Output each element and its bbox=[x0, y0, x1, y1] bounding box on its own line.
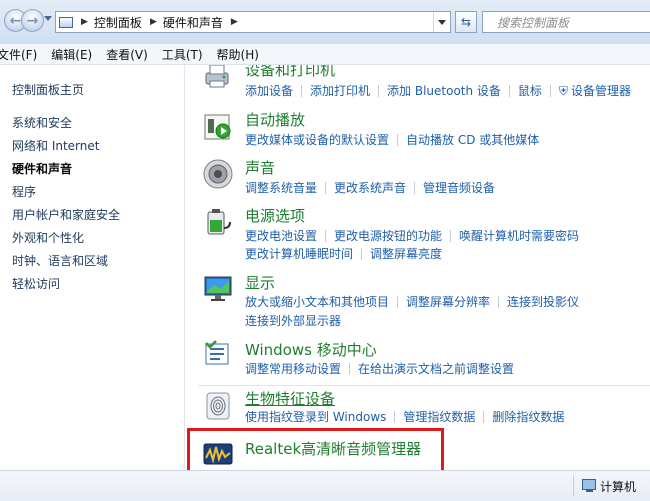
sidebar-item-user-accounts[interactable]: 用户帐户和家庭安全 bbox=[12, 206, 120, 223]
history-dropdown[interactable] bbox=[44, 16, 52, 21]
link-projector[interactable]: 连接到投影仪 bbox=[507, 295, 579, 309]
category-title[interactable]: 生物特征设备 bbox=[245, 388, 335, 409]
chevron-down-icon bbox=[438, 19, 446, 25]
link-manage-audio[interactable]: 管理音频设备 bbox=[423, 181, 495, 195]
link-change-defaults[interactable]: 更改媒体或设备的默认设置 bbox=[245, 133, 389, 147]
category-title[interactable]: 自动播放 bbox=[245, 109, 305, 130]
link-add-device[interactable]: 添加设备 bbox=[245, 84, 293, 98]
breadcrumb-control-panel[interactable]: 控制面板 bbox=[94, 14, 142, 31]
link-sleep-time[interactable]: 更改计算机睡眠时间 bbox=[245, 247, 353, 261]
breadcrumb-arrow-icon[interactable]: ▶ bbox=[150, 17, 157, 27]
sidebar-item-appearance[interactable]: 外观和个性化 bbox=[12, 229, 84, 246]
printer-icon bbox=[205, 65, 229, 88]
navigation-pane: 控制面板主页 系统和安全 网络和 Internet 硬件和声音 程序 用户帐户和… bbox=[0, 65, 185, 470]
highlight-box bbox=[187, 428, 444, 475]
sidebar-item-network[interactable]: 网络和 Internet bbox=[12, 137, 99, 154]
sidebar-item-hardware-sound[interactable]: 硬件和声音 bbox=[12, 160, 72, 177]
category-title[interactable]: 声音 bbox=[245, 157, 275, 178]
link-autoplay-cd[interactable]: 自动播放 CD 或其他媒体 bbox=[406, 133, 539, 147]
link-power-button[interactable]: 更改电源按钮的功能 bbox=[334, 229, 442, 243]
menu-file[interactable]: 文件(F) bbox=[0, 46, 37, 63]
link-device-manager[interactable]: 设备管理器 bbox=[571, 84, 631, 98]
category-links: 更改计算机睡眠时间 调整屏幕亮度 bbox=[245, 245, 442, 262]
category-links: 添加设备 添加打印机 添加 Bluetooth 设备 鼠标 ⛨ 设备管理器 bbox=[245, 82, 631, 99]
breadcrumb-arrow-icon[interactable]: ▶ bbox=[81, 17, 88, 27]
link-adjust-volume[interactable]: 调整系统音量 bbox=[245, 181, 317, 195]
link-resolution[interactable]: 调整屏幕分辨率 bbox=[406, 295, 490, 309]
address-toolbar: ← → ▶ 控制面板 ▶ 硬件和声音 ▶ ⇆ 搜索控制面板 bbox=[0, 0, 650, 44]
category-links: 更改电池设置 更改电源按钮的功能 唤醒计算机时需要密码 bbox=[245, 227, 579, 244]
control-panel-icon bbox=[59, 16, 73, 28]
status-divider bbox=[573, 475, 574, 497]
link-add-printer[interactable]: 添加打印机 bbox=[310, 84, 370, 98]
link-change-sounds[interactable]: 更改系统声音 bbox=[334, 181, 406, 195]
menu-edit[interactable]: 编辑(E) bbox=[51, 46, 92, 63]
divider bbox=[198, 385, 650, 386]
menu-bar: 文件(F) 编辑(E) 查看(V) 工具(T) 帮助(H) bbox=[0, 44, 650, 65]
category-title[interactable]: 显示 bbox=[245, 272, 275, 293]
menu-view[interactable]: 查看(V) bbox=[106, 46, 148, 63]
category-title[interactable]: 设备和打印机 bbox=[245, 65, 335, 80]
link-external-display[interactable]: 连接到外部显示器 bbox=[245, 314, 341, 328]
link-wake-password[interactable]: 唤醒计算机时需要密码 bbox=[459, 229, 579, 243]
sidebar-item-ease-of-access[interactable]: 轻松访问 bbox=[12, 275, 60, 292]
sidebar-item-clock-language[interactable]: 时钟、语言和区域 bbox=[12, 252, 108, 269]
link-mouse[interactable]: 鼠标 bbox=[518, 84, 542, 98]
search-placeholder: 搜索控制面板 bbox=[497, 15, 570, 30]
sidebar-item-programs[interactable]: 程序 bbox=[12, 183, 36, 200]
mobility-center-icon bbox=[205, 340, 229, 365]
battery-icon bbox=[207, 209, 231, 235]
category-title[interactable]: 电源选项 bbox=[245, 205, 305, 226]
link-fingerprint-login[interactable]: 使用指纹登录到 Windows bbox=[245, 410, 386, 424]
monitor-icon bbox=[204, 276, 232, 301]
breadcrumb-arrow-icon[interactable]: ▶ bbox=[231, 17, 238, 27]
uac-shield-icon: ⛨ bbox=[558, 84, 568, 98]
link-add-bluetooth[interactable]: 添加 Bluetooth 设备 bbox=[387, 84, 501, 98]
link-delete-fingerprint[interactable]: 删除指纹数据 bbox=[492, 410, 564, 424]
refresh-button[interactable]: ⇆ bbox=[455, 11, 477, 33]
menu-tools[interactable]: 工具(T) bbox=[162, 46, 203, 63]
sidebar-item-home[interactable]: 控制面板主页 bbox=[12, 81, 84, 98]
menu-help[interactable]: 帮助(H) bbox=[217, 46, 259, 63]
category-links: 放大或缩小文本和其他项目 调整屏幕分辨率 连接到投影仪 bbox=[245, 293, 579, 310]
autoplay-icon bbox=[204, 114, 231, 140]
category-title[interactable]: Windows 移动中心 bbox=[245, 339, 377, 360]
breadcrumb-hardware-sound[interactable]: 硬件和声音 bbox=[163, 14, 223, 31]
fingerprint-icon bbox=[206, 392, 230, 420]
category-links: 调整常用移动设置 在给出演示文档之前调整设置 bbox=[245, 360, 514, 377]
link-battery-settings[interactable]: 更改电池设置 bbox=[245, 229, 317, 243]
category-links: 更改媒体或设备的默认设置 自动播放 CD 或其他媒体 bbox=[245, 131, 539, 148]
link-text-size[interactable]: 放大或缩小文本和其他项目 bbox=[245, 295, 389, 309]
link-mobility-settings[interactable]: 调整常用移动设置 bbox=[245, 362, 341, 376]
refresh-icon: ⇆ bbox=[460, 15, 472, 29]
category-links: 使用指纹登录到 Windows 管理指纹数据 删除指纹数据 bbox=[245, 408, 564, 425]
link-presentation-settings[interactable]: 在给出演示文档之前调整设置 bbox=[358, 362, 514, 376]
sidebar-item-system-security[interactable]: 系统和安全 bbox=[12, 114, 72, 131]
status-bar: 计算机 bbox=[0, 470, 650, 501]
content-pane: 设备和打印机 添加设备 添加打印机 添加 Bluetooth 设备 鼠标 ⛨ 设备管理器 … bbox=[185, 65, 650, 470]
category-links: 连接到外部显示器 bbox=[245, 312, 341, 329]
category-links: 调整系统音量 更改系统声音 管理音频设备 bbox=[245, 179, 495, 196]
address-dropdown[interactable] bbox=[433, 12, 450, 32]
address-bar[interactable]: ▶ 控制面板 ▶ 硬件和声音 ▶ bbox=[55, 11, 451, 33]
link-brightness[interactable]: 调整屏幕亮度 bbox=[370, 247, 442, 261]
status-location: 计算机 bbox=[600, 480, 637, 494]
speaker-icon bbox=[203, 159, 233, 189]
search-input[interactable]: 搜索控制面板 bbox=[482, 11, 650, 33]
forward-button[interactable]: → bbox=[21, 9, 44, 32]
computer-icon bbox=[582, 479, 596, 492]
link-manage-fingerprint[interactable]: 管理指纹数据 bbox=[403, 410, 475, 424]
